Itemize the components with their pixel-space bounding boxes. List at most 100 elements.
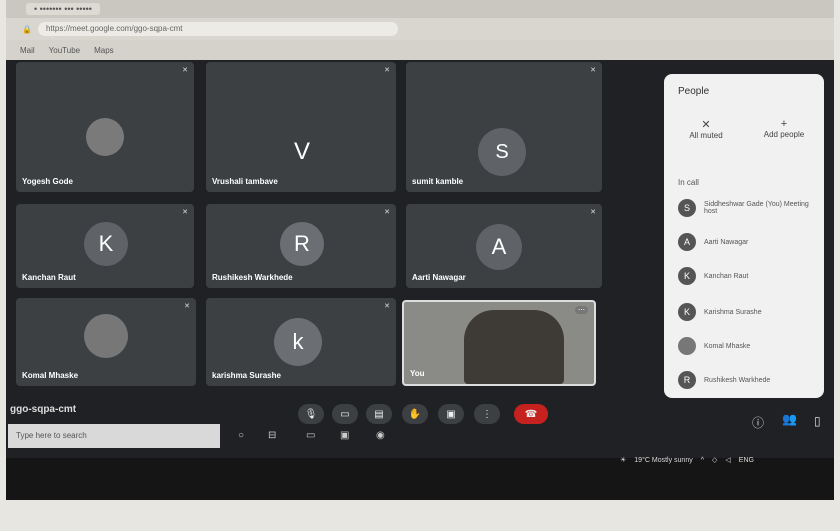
more-options-icon[interactable]: ⋯ <box>575 306 588 314</box>
camera-button[interactable]: ▭ <box>332 404 358 424</box>
add-people-label: Add people <box>763 130 805 139</box>
participant-name: Karishma Surashe <box>704 308 762 316</box>
participant-tile[interactable]: V ✕ Vrushali tambave <box>206 62 396 192</box>
chat-icon[interactable]: ▯ <box>814 414 821 428</box>
mute-all-label: All muted <box>689 131 723 140</box>
tile-name: Yogesh Gode <box>22 177 73 186</box>
tile-name: You <box>410 369 425 378</box>
avatar: k <box>274 318 322 366</box>
store-icon[interactable]: ▣ <box>340 430 354 442</box>
mic-off-icon: ✕ <box>182 67 188 74</box>
participant-name: Rushikesh Warkhede <box>704 376 771 384</box>
mic-off-icon: ✕ <box>384 209 390 216</box>
avatar: K <box>84 222 128 266</box>
mic-off-icon: ✕ <box>384 303 390 310</box>
system-tray: ☀ 19°C Mostly sunny ^ ◇ ◁ ENG <box>620 456 754 465</box>
mic-button[interactable]: 🎙 <box>298 404 324 424</box>
self-video-tile[interactable]: ⋯ You <box>402 300 596 386</box>
tile-name: karishma Surashe <box>212 371 281 380</box>
participant-tile[interactable]: A ✕ Aarti Nawagar <box>406 204 602 288</box>
volume-icon[interactable]: ◁ <box>725 456 730 464</box>
bookmark-item[interactable]: YouTube <box>49 46 80 55</box>
present-button[interactable]: ▣ <box>438 404 464 424</box>
chrome-icon[interactable]: ◉ <box>376 430 390 442</box>
mic-icon: 🎙 <box>304 408 318 420</box>
info-icon[interactable]: ⓘ <box>752 414 764 431</box>
camera-icon: ▭ <box>340 408 350 420</box>
network-icon[interactable]: ◇ <box>712 456 717 464</box>
browser-tab-bar: • ••••••• ••• ••••• <box>6 0 834 18</box>
avatar: S <box>478 128 526 176</box>
mic-off-icon: ✕ <box>701 119 711 131</box>
people-icon[interactable]: 👥 <box>782 412 797 426</box>
more-options-button[interactable]: ⋮ <box>474 404 500 424</box>
windows-taskbar <box>6 458 834 500</box>
task-view-icon[interactable]: ○ <box>238 430 252 442</box>
mute-all-button[interactable]: ✕ All muted <box>676 118 736 140</box>
meeting-code: ggo-sqpa-cmt <box>10 404 77 415</box>
participant-name: Kanchan Raut <box>704 272 749 280</box>
address-input[interactable]: https://meet.google.com/ggo-sqpa-cmt <box>37 22 398 36</box>
tile-name: Rushikesh Warkhede <box>212 273 293 282</box>
taskbar-search-input[interactable]: Type here to search <box>8 424 220 448</box>
avatar: V <box>293 138 310 165</box>
participant-row[interactable]: K Karishma Surashe <box>678 302 818 322</box>
avatar: R <box>678 371 696 389</box>
avatar <box>84 314 128 358</box>
weather-icon: ☀ <box>620 457 627 464</box>
participant-row[interactable]: S Siddheshwar Gade (You) Meeting host <box>678 198 818 218</box>
mic-off-icon: ✕ <box>384 67 390 74</box>
participant-row[interactable]: A Aarti Nawagar <box>678 232 818 252</box>
lock-icon: 🔒 <box>22 24 32 34</box>
participant-tile[interactable]: ✕ Komal Mhaske <box>16 298 196 386</box>
participant-tile[interactable]: k ✕ karishma Surashe <box>206 298 396 386</box>
bookmarks-bar: Mail YouTube Maps <box>6 40 834 60</box>
chevron-up-icon[interactable]: ^ <box>701 457 704 464</box>
avatar: A <box>476 224 522 270</box>
participant-name: Aarti Nawagar <box>704 238 749 246</box>
bookmark-item[interactable]: Mail <box>20 46 35 55</box>
participant-name: Komal Mhaske <box>704 342 751 350</box>
browser-tab[interactable]: • ••••••• ••• ••••• <box>26 3 100 15</box>
tile-name: sumit kamble <box>412 177 464 186</box>
participant-tile[interactable]: ✕ Yogesh Gode <box>16 62 194 192</box>
avatar: A <box>678 233 696 251</box>
participant-tile[interactable]: R ✕ Rushikesh Warkhede <box>206 204 396 288</box>
tile-name: Vrushali tambave <box>212 177 278 186</box>
tile-name: Kanchan Raut <box>22 273 76 282</box>
participant-row[interactable]: K Kanchan Raut <box>678 266 818 286</box>
self-video-feed <box>464 310 564 384</box>
captions-button[interactable]: ▤ <box>366 404 392 424</box>
mic-off-icon: ✕ <box>182 209 188 216</box>
avatar: S <box>678 199 696 217</box>
tile-name: Aarti Nawagar <box>412 273 466 282</box>
end-call-button[interactable]: ☎ <box>514 404 548 424</box>
avatar: K <box>678 267 696 285</box>
tile-name: Komal Mhaske <box>22 371 79 380</box>
language-indicator[interactable]: ENG <box>739 457 754 464</box>
avatar: K <box>678 303 696 321</box>
participant-tile[interactable]: S ✕ sumit kamble <box>406 62 602 192</box>
browser-address-bar: 🔒 https://meet.google.com/ggo-sqpa-cmt <box>6 18 834 40</box>
participant-row[interactable]: Komal Mhaske <box>678 336 818 356</box>
participant-name: Siddheshwar Gade (You) Meeting host <box>704 201 809 215</box>
mic-off-icon: ✕ <box>590 209 596 216</box>
weather-text[interactable]: 19°C Mostly sunny <box>634 457 692 464</box>
avatar: R <box>280 222 324 266</box>
participant-row[interactable]: R Rushikesh Warkhede <box>678 370 818 390</box>
raise-hand-button[interactable]: ✋ <box>402 404 428 424</box>
add-people-button[interactable]: + Add people <box>754 118 814 139</box>
participant-tile[interactable]: K ✕ Kanchan Raut <box>16 204 194 288</box>
captions-icon: ▤ <box>374 408 384 420</box>
panel-title: People <box>678 86 710 97</box>
bookmark-item[interactable]: Maps <box>94 46 114 55</box>
mic-off-icon: ✕ <box>184 303 190 310</box>
more-vert-icon: ⋮ <box>482 408 492 420</box>
add-person-icon: + <box>780 118 788 130</box>
in-call-heading: In call <box>678 178 699 187</box>
avatar <box>678 337 696 355</box>
people-panel: People ✕ All muted + Add people In call … <box>664 74 824 398</box>
widgets-icon[interactable]: ⊟ <box>268 430 282 442</box>
mic-off-icon: ✕ <box>590 67 596 74</box>
file-explorer-icon[interactable]: ▭ <box>306 430 320 442</box>
